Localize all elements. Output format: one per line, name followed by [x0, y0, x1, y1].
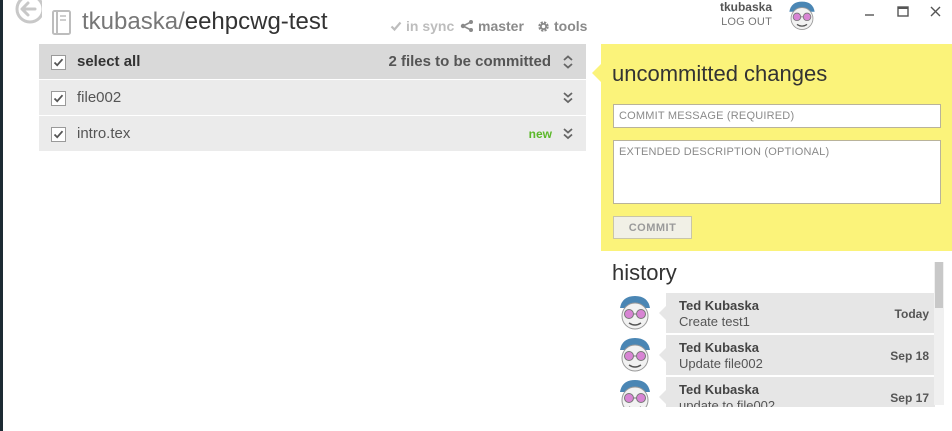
- file-checkbox[interactable]: [51, 127, 66, 142]
- minimize-button[interactable]: [860, 4, 880, 20]
- chevron-up-down-icon[interactable]: [562, 55, 574, 69]
- double-chevron-down-icon[interactable]: [562, 127, 574, 141]
- history-list: Ted Kubaska Create test1 Today Ted Kubas…: [612, 292, 935, 407]
- history-item[interactable]: Ted Kubaska Create test1 Today: [612, 292, 935, 334]
- user-name: tkubaska: [719, 0, 772, 14]
- checkmark-icon: [53, 94, 64, 103]
- commit-author: Ted Kubaska: [679, 298, 759, 313]
- select-all-checkbox[interactable]: [51, 55, 66, 70]
- checkmark-icon: [53, 58, 64, 67]
- select-all-row[interactable]: select all 2 files to be committed: [39, 44, 586, 80]
- history-card[interactable]: Ted Kubaska update to file002 Sep 17: [659, 377, 935, 407]
- back-arrow-circle-icon: [15, 0, 45, 24]
- history-item[interactable]: Ted Kubaska update to file002 Sep 17: [612, 376, 935, 407]
- commit-panel-title: uncommitted changes: [612, 61, 828, 86]
- scrollbar-thumb[interactable]: [935, 262, 943, 308]
- file-row[interactable]: file002: [39, 80, 586, 116]
- files-count-label: 2 files to be committed: [388, 53, 551, 70]
- sync-status[interactable]: in sync: [390, 18, 454, 34]
- history-card[interactable]: Ted Kubaska Create test1 Today: [659, 293, 935, 333]
- commit-message-input[interactable]: [613, 104, 941, 128]
- checkmark-icon: [53, 130, 64, 139]
- tools-menu[interactable]: tools: [537, 18, 587, 34]
- gear-icon: [538, 20, 549, 32]
- repository-book-icon: [52, 10, 72, 36]
- repository-title: tkubaska/eehpcwg-test: [82, 8, 327, 36]
- repo-owner[interactable]: tkubaska: [82, 8, 178, 35]
- card-pointer: [659, 348, 666, 362]
- branch-selector[interactable]: master: [460, 18, 524, 34]
- file-name: file002: [77, 89, 122, 106]
- changed-files-panel: select all 2 files to be committed file0…: [39, 44, 586, 152]
- avatar: [616, 336, 654, 374]
- commit-message: Create test1: [679, 314, 750, 329]
- select-all-label: select all: [77, 53, 141, 70]
- history-scrollbar[interactable]: [934, 262, 944, 405]
- commit-date: Today: [894, 307, 929, 321]
- avatar: [616, 378, 654, 407]
- extended-description-input[interactable]: [613, 140, 941, 204]
- commit-button[interactable]: COMMIT: [613, 216, 692, 239]
- back-button[interactable]: [6, 0, 45, 24]
- history-item[interactable]: Ted Kubaska Update file002 Sep 18: [612, 334, 935, 376]
- double-chevron-down-icon[interactable]: [562, 91, 574, 105]
- panel-pointer: [592, 64, 601, 82]
- commit-author: Ted Kubaska: [679, 382, 759, 397]
- avatar[interactable]: [786, 0, 818, 32]
- card-pointer: [659, 306, 666, 320]
- commit-message: Update file002: [679, 356, 763, 371]
- file-checkbox[interactable]: [51, 91, 66, 106]
- avatar: [616, 294, 654, 332]
- maximize-icon: [897, 6, 909, 17]
- desktop-edge: [0, 0, 3, 431]
- commit-author: Ted Kubaska: [679, 340, 759, 355]
- history-title: history: [612, 260, 677, 285]
- commit-panel: uncommitted changes COMMIT: [592, 44, 952, 251]
- file-name: intro.tex: [77, 125, 131, 142]
- minimize-icon: [865, 14, 874, 16]
- card-pointer: [659, 390, 666, 404]
- commit-date: Sep 17: [890, 391, 929, 405]
- logout-link[interactable]: LOG OUT: [692, 16, 772, 28]
- tools-label: tools: [554, 18, 588, 34]
- close-icon: [930, 6, 941, 17]
- user-block: tkubaska LOG OUT: [692, 0, 772, 28]
- commit-message: update to file002: [679, 398, 776, 407]
- file-row[interactable]: intro.tex new: [39, 116, 586, 152]
- commit-date: Sep 18: [890, 349, 929, 363]
- sync-label: in sync: [406, 18, 455, 34]
- status-badge: new: [528, 127, 552, 141]
- repo-name: eehpcwg-test: [184, 8, 328, 35]
- maximize-button[interactable]: [893, 4, 913, 20]
- branch-label: master: [478, 18, 524, 34]
- history-card[interactable]: Ted Kubaska Update file002 Sep 18: [659, 335, 935, 375]
- close-button[interactable]: [926, 4, 946, 20]
- repo-separator: /: [178, 8, 185, 35]
- branch-icon: [460, 20, 473, 32]
- check-icon: [390, 21, 402, 32]
